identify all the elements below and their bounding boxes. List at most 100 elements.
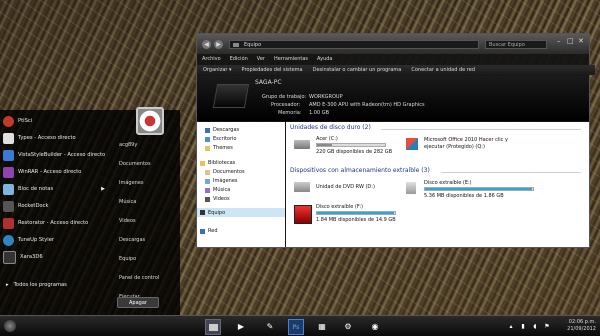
gear-icon: ⚙ xyxy=(344,321,352,331)
drive-c[interactable]: Acer (C:) 220 GB disponibles de 282 GB xyxy=(294,136,404,158)
command-bar: Organizar ▾ Propiedades del sistema Desi… xyxy=(197,65,595,75)
program-item[interactable]: RocketDock xyxy=(3,199,111,213)
start-button[interactable] xyxy=(3,319,17,333)
program-item[interactable]: PtiSci xyxy=(3,114,111,128)
nav-themes[interactable]: Themes xyxy=(205,145,233,151)
videos-icon xyxy=(205,196,210,202)
nav-music[interactable]: Música xyxy=(205,187,230,193)
taskbar-app[interactable]: ⚙ xyxy=(341,319,355,333)
usb-drive-icon xyxy=(406,182,416,194)
memory-value: 1.00 GB xyxy=(309,110,330,116)
menu-edicion[interactable]: Edición xyxy=(230,56,248,62)
clock[interactable]: 02:06 p.m. 21/09/2012 xyxy=(567,319,596,333)
address-bar[interactable]: Equipo xyxy=(229,40,479,49)
drive-e-usage-fill xyxy=(425,188,532,190)
windows-orb-icon xyxy=(4,320,16,332)
nav-documents[interactable]: Documentos xyxy=(205,169,245,175)
program-item[interactable]: WinRAR - Acceso directo xyxy=(3,165,111,179)
nav-network[interactable]: Red xyxy=(200,228,218,234)
memory-label: Memoria: xyxy=(278,110,302,116)
menu-ver[interactable]: Ver xyxy=(257,56,265,62)
drive-dvd[interactable]: Unidad de DVD RW (D:) xyxy=(294,180,404,202)
desktop-icon xyxy=(205,136,210,142)
drive-e[interactable]: Disco extraíble (E:) 5.36 MB disponibles… xyxy=(406,180,546,202)
start-link-user[interactable]: acg89y xyxy=(119,142,137,148)
dvd-drive-icon xyxy=(294,182,310,192)
pictures-icon xyxy=(205,178,210,184)
navigation-pane: Descargas Escritorio Themes Bibliotecas … xyxy=(197,122,285,247)
start-link-videos[interactable]: Videos xyxy=(119,218,136,224)
user-avatar[interactable] xyxy=(136,107,164,135)
shutdown-button[interactable]: Apagar xyxy=(117,297,159,308)
program-item[interactable]: VistaStyleBuilder - Acceso directo xyxy=(3,148,111,162)
content-pane: Unidades de disco duro (2) Acer (C:) 220… xyxy=(286,122,589,247)
hdd-section-header: Unidades de disco duro (2) xyxy=(290,124,371,131)
start-link-music[interactable]: Música xyxy=(119,199,136,205)
clock-time: 02:06 p.m. xyxy=(568,319,596,325)
start-link-documents[interactable]: Documentos xyxy=(119,161,151,167)
notepad-icon xyxy=(3,183,14,195)
map-network-drive-button[interactable]: Conectar a unidad de red xyxy=(411,67,475,73)
start-link-computer[interactable]: Equipo xyxy=(119,256,136,262)
all-programs-arrow-icon: ▸ xyxy=(6,282,9,288)
uninstall-program-button[interactable]: Desinstalar o cambiar un programa xyxy=(313,67,402,73)
drive-c-usage-bar xyxy=(316,143,386,147)
taskbar-app[interactable]: ◉ xyxy=(368,319,382,333)
menu-archivo[interactable]: Archivo xyxy=(202,56,221,62)
tray-flag-icon[interactable]: ⚑ xyxy=(540,319,554,333)
search-input[interactable]: Buscar Equipo xyxy=(485,40,547,49)
vistastylebuilder-icon xyxy=(3,149,14,161)
drive-q-office[interactable]: Microsoft Office 2010 Hacer clic y ejecu… xyxy=(406,136,546,158)
submenu-arrow-icon[interactable]: ▶ xyxy=(101,186,105,192)
program-item[interactable]: TuneUp Styler xyxy=(3,233,111,247)
nav-pictures[interactable]: Imágenes xyxy=(205,178,238,184)
program-item[interactable]: Bloc de notas ▶ xyxy=(3,182,111,196)
start-link-control-panel[interactable]: Panel de control xyxy=(119,275,159,281)
processor-value: AMD E-300 APU with Radeon(tm) HD Graphic… xyxy=(309,102,425,108)
library-icon xyxy=(200,160,205,166)
system-properties-button[interactable]: Propiedades del sistema xyxy=(242,67,303,73)
circle-icon: ◉ xyxy=(371,321,379,331)
section-divider xyxy=(381,129,581,130)
types-icon xyxy=(3,132,14,144)
nav-videos[interactable]: Videos xyxy=(205,196,230,202)
drive-e-usage-bar xyxy=(424,187,534,191)
organize-button[interactable]: Organizar ▾ xyxy=(203,67,232,73)
drive-c-usage-fill xyxy=(317,144,332,146)
taskbar-media-player[interactable]: ▶ xyxy=(234,319,248,333)
taskbar-photoshop[interactable]: Ps xyxy=(288,319,304,335)
start-link-downloads[interactable]: Descargas xyxy=(119,237,145,243)
details-pane: SAGA-PC Grupo de trabajo: WORKGROUP Proc… xyxy=(197,76,589,121)
start-menu-links: acg89y Documentos Imágenes Música Videos… xyxy=(114,110,180,315)
program-item[interactable]: Restorator - Acceso directo xyxy=(3,216,111,230)
taskbar-app[interactable]: ▦ xyxy=(315,319,329,333)
program-item[interactable]: Types - Acceso directo xyxy=(3,131,111,145)
menu-herramientas[interactable]: Herramientas xyxy=(274,56,308,62)
back-button[interactable]: ◀ xyxy=(202,40,211,49)
maximize-button[interactable]: □ xyxy=(567,37,574,45)
close-button[interactable]: ✕ xyxy=(578,37,584,45)
all-programs-button[interactable]: ▸ Todos los programas xyxy=(3,278,111,292)
minimize-button[interactable]: – xyxy=(557,37,561,45)
drive-f[interactable]: Disco extraíble (F:) 1.84 MB disponibles… xyxy=(294,204,414,230)
drive-f-usage-fill xyxy=(317,212,395,214)
folder-icon xyxy=(205,127,210,133)
start-link-pictures[interactable]: Imágenes xyxy=(119,180,144,186)
network-icon xyxy=(200,228,205,234)
forward-button[interactable]: ▶ xyxy=(214,40,223,49)
program-item[interactable]: Xara3D6 xyxy=(3,250,111,264)
taskbar-paint[interactable]: ✎ xyxy=(263,319,277,333)
nav-libraries[interactable]: Bibliotecas xyxy=(200,160,235,166)
music-icon xyxy=(205,187,210,193)
drive-f-usage-bar xyxy=(316,211,396,215)
nav-desktop[interactable]: Escritorio xyxy=(205,136,236,142)
menu-ayuda[interactable]: Ayuda xyxy=(317,56,332,62)
nav-computer[interactable]: Equipo xyxy=(197,208,285,217)
section-divider xyxy=(441,172,581,173)
nav-downloads[interactable]: Descargas xyxy=(205,127,239,133)
folder-icon xyxy=(208,323,218,331)
documents-icon xyxy=(205,169,210,175)
laptop-icon xyxy=(212,84,250,108)
photoshop-icon: Ps xyxy=(292,323,300,331)
taskbar-explorer[interactable] xyxy=(205,319,221,335)
